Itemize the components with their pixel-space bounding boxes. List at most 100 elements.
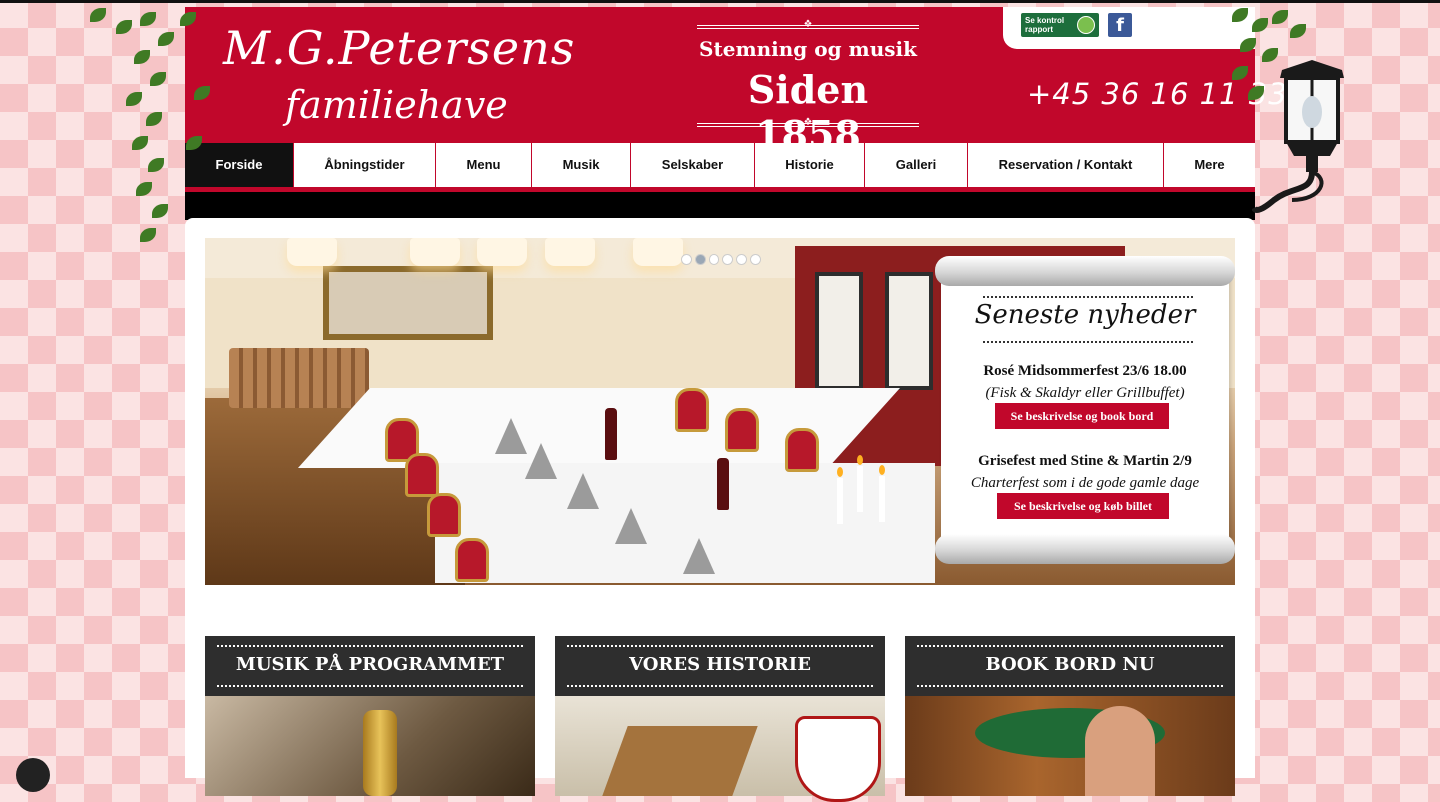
ornament-icon: ❖ xyxy=(803,19,813,30)
nav-item-musik[interactable]: Musik xyxy=(531,143,630,187)
box-title: MUSIK PÅ PROGRAMMET xyxy=(235,654,505,675)
smiley-icon xyxy=(1077,16,1095,34)
wooden-sign xyxy=(602,726,758,796)
ceiling-lamp xyxy=(633,238,683,266)
firewood-stack xyxy=(229,348,369,408)
ceiling-lamp xyxy=(410,238,460,266)
top-border xyxy=(0,0,1440,3)
nav-item-forside[interactable]: Forside xyxy=(185,143,293,187)
slider-dot[interactable] xyxy=(681,254,692,265)
box-header: MUSIK PÅ PROGRAMMET xyxy=(205,636,535,696)
tagline: Stemning og musik xyxy=(699,37,917,61)
tagline-block: ❖ Stemning og musik Siden 1858 ❖ xyxy=(697,19,919,157)
news-title-rule xyxy=(983,296,1193,298)
page-container: M.G.Petersens familiehave ❖ Stemning og … xyxy=(185,7,1287,802)
candle xyxy=(837,478,843,524)
slider-dot[interactable] xyxy=(708,254,720,265)
candle xyxy=(857,466,863,512)
napkin xyxy=(495,418,527,454)
ceiling-lamp xyxy=(287,238,337,266)
main-content: Seneste nyheder Rosé Midsommerfest 23/6 … xyxy=(185,218,1255,802)
dotted-rule xyxy=(567,685,873,687)
napkin xyxy=(567,473,599,509)
news-item-title: Grisefest med Stine & Martin 2/9 xyxy=(978,453,1192,469)
napkin xyxy=(615,508,647,544)
dotted-rule xyxy=(217,685,523,687)
dotted-rule xyxy=(917,645,1223,647)
main-nav: Forside Åbningstider Menu Musik Selskabe… xyxy=(185,143,1255,187)
social-box: Se kontrol rapport f xyxy=(1003,7,1255,49)
box-title: VORES HISTORIE xyxy=(629,654,811,675)
nav-item-selskaber[interactable]: Selskaber xyxy=(630,143,754,187)
nav-item-menu[interactable]: Menu xyxy=(435,143,531,187)
ceiling-lamp xyxy=(545,238,595,266)
napkin xyxy=(683,538,715,574)
box-musik[interactable]: MUSIK PÅ PROGRAMMET xyxy=(205,636,535,796)
door-window xyxy=(815,272,863,390)
news-item-subtitle: (Fisk & Skaldyr eller Grillbuffet) xyxy=(985,385,1185,401)
wine-bottle xyxy=(717,458,729,510)
logo-line1: M.G.Petersens xyxy=(223,21,576,75)
wall-mirror xyxy=(323,266,493,340)
facebook-icon[interactable]: f xyxy=(1108,13,1132,37)
chair xyxy=(427,493,461,537)
ceiling-lamp xyxy=(477,238,527,266)
slider-dot-active[interactable] xyxy=(694,254,706,265)
logo-line2: familiehave xyxy=(285,83,508,127)
box-title: BOOK BORD NU xyxy=(985,654,1155,675)
person-photo xyxy=(1085,706,1155,796)
scroll-roll-top xyxy=(935,256,1235,286)
book-table-button[interactable]: Se beskrivelse og book bord xyxy=(995,403,1169,429)
napkin xyxy=(525,443,557,479)
slider-dot[interactable] xyxy=(722,254,734,265)
saxophone-image[interactable] xyxy=(205,696,535,796)
chat-widget-button[interactable] xyxy=(16,758,50,792)
scroll-roll-bottom xyxy=(935,534,1235,564)
news-scroll: Seneste nyheder Rosé Midsommerfest 23/6 … xyxy=(935,256,1235,568)
nav-item-abningstider[interactable]: Åbningstider xyxy=(293,143,435,187)
candle xyxy=(879,476,885,522)
book-table-image[interactable] xyxy=(905,696,1235,796)
hero-slider-image[interactable]: Seneste nyheder Rosé Midsommerfest 23/6 … xyxy=(205,238,1235,585)
candle-flame xyxy=(879,465,885,475)
slider-dot[interactable] xyxy=(750,254,761,265)
box-header: VORES HISTORIE xyxy=(555,636,885,696)
chair xyxy=(405,453,439,497)
buy-ticket-button[interactable]: Se beskrivelse og køb billet xyxy=(997,493,1169,519)
nav-item-mere[interactable]: Mere xyxy=(1163,143,1255,187)
door-window xyxy=(885,272,933,390)
anno-crest-icon xyxy=(795,716,881,802)
slider-dot[interactable] xyxy=(736,254,748,265)
lantern-icon xyxy=(1252,60,1344,213)
sub-nav-bar xyxy=(185,192,1255,220)
box-book-bord[interactable]: BOOK BORD NU xyxy=(905,636,1235,796)
nav-item-galleri[interactable]: Galleri xyxy=(864,143,967,187)
candle-flame xyxy=(857,455,863,465)
box-historie[interactable]: VORES HISTORIE xyxy=(555,636,885,802)
slider-pagination xyxy=(681,254,761,266)
chair xyxy=(455,538,489,582)
saxophone-icon xyxy=(363,710,397,796)
news-heading: Seneste nyheder xyxy=(974,300,1196,330)
news-title-rule xyxy=(983,341,1193,343)
ornament-icon: ❖ xyxy=(803,117,813,128)
box-header: BOOK BORD NU xyxy=(905,636,1235,696)
chair xyxy=(785,428,819,472)
chair xyxy=(725,408,759,452)
nav-item-historie[interactable]: Historie xyxy=(754,143,864,187)
wine-bottle xyxy=(605,408,617,460)
site-header: M.G.Petersens familiehave ❖ Stemning og … xyxy=(185,7,1287,157)
kontrol-rapport-label: Se kontrol rapport xyxy=(1025,16,1065,34)
history-image[interactable] xyxy=(555,696,885,802)
chair xyxy=(675,388,709,432)
nav-item-reservation-kontakt[interactable]: Reservation / Kontakt xyxy=(967,143,1163,187)
phone-number[interactable]: +45 36 16 11 33 xyxy=(1027,77,1287,111)
dotted-rule xyxy=(917,685,1223,687)
dotted-rule xyxy=(567,645,873,647)
kontrol-rapport-link[interactable]: Se kontrol rapport xyxy=(1021,13,1099,37)
dotted-rule xyxy=(217,645,523,647)
news-item-subtitle: Charterfest som i de gode gamle dage xyxy=(970,475,1200,491)
candle-flame xyxy=(837,467,843,477)
news-item-title: Rosé Midsommerfest 23/6 18.00 xyxy=(983,363,1187,379)
site-logo[interactable]: M.G.Petersens familiehave xyxy=(223,21,574,139)
